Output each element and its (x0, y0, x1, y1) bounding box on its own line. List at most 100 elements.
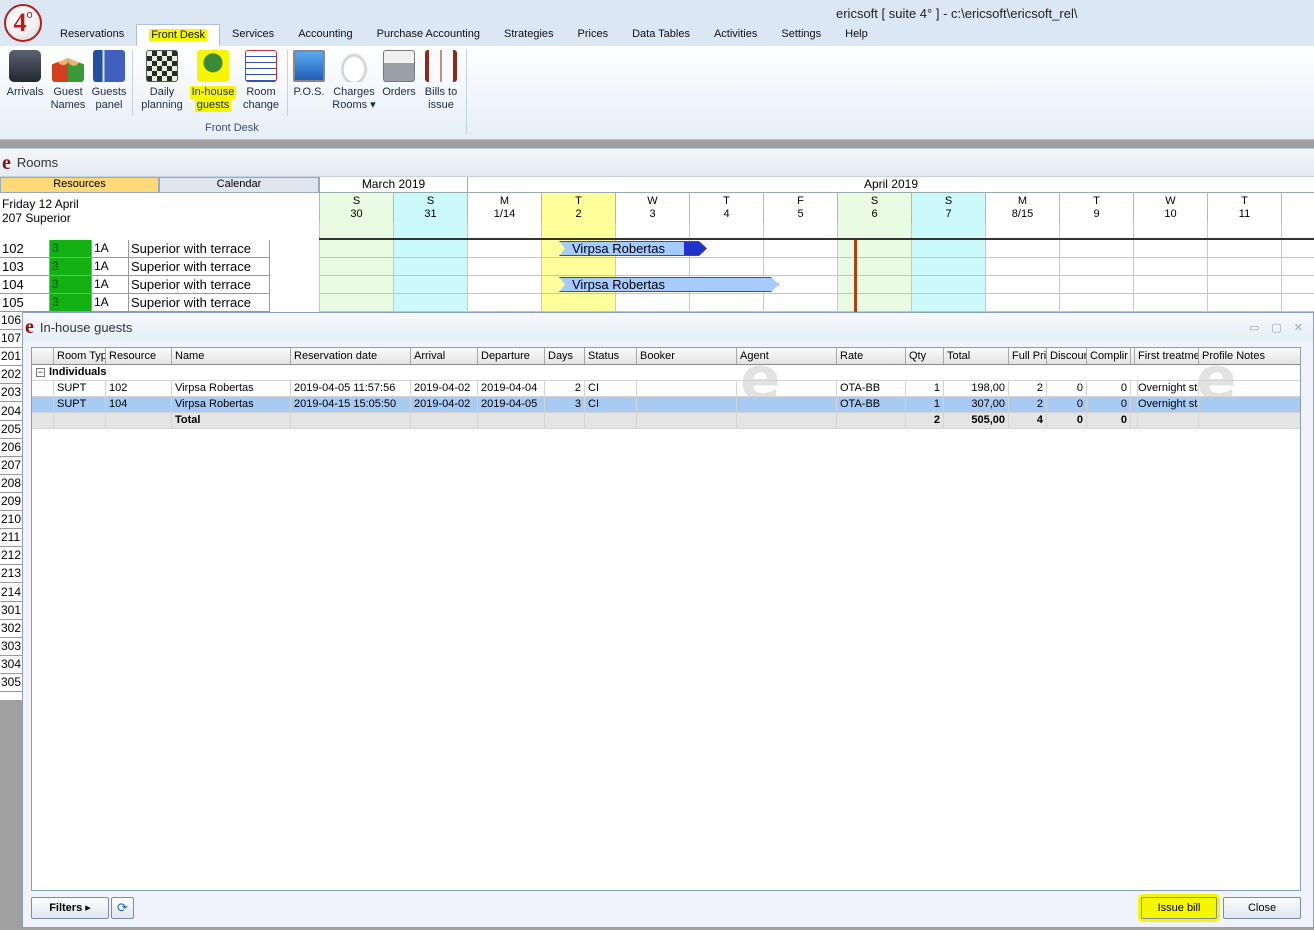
app-logo[interactable]: 4o (4, 4, 42, 42)
orders-button[interactable]: Orders (380, 50, 418, 99)
calendar-tab[interactable]: Calendar (159, 177, 319, 193)
day-column[interactable] (467, 223, 541, 313)
column-header[interactable]: Full Pric (1009, 348, 1047, 365)
booking-bar[interactable]: Virpsa Robertas (559, 277, 779, 292)
day-column[interactable] (985, 223, 1059, 313)
filters-button[interactable]: Filters ▸ (31, 897, 109, 919)
maximize-icon[interactable]: ▢ (1271, 321, 1281, 334)
day-column[interactable] (1133, 223, 1207, 313)
day-header[interactable]: S7 (911, 193, 985, 223)
column-header[interactable]: Reservation date (291, 348, 411, 365)
group-row[interactable]: − Individuals (32, 365, 1300, 381)
bills-to-issue-button[interactable]: Bills to issue (420, 50, 462, 112)
tab-reservations[interactable]: Reservations (48, 24, 136, 46)
day-column[interactable] (1207, 223, 1281, 313)
column-header[interactable]: Total (944, 348, 1009, 365)
room-number[interactable]: 203 (0, 384, 22, 403)
room-number[interactable]: 212 (0, 547, 22, 566)
tab-strategies[interactable]: Strategies (492, 24, 566, 46)
room-number[interactable]: 302 (0, 620, 22, 638)
room-number[interactable]: 206 (0, 439, 22, 457)
room-number[interactable]: 214 (0, 584, 22, 602)
close-icon[interactable]: ✕ (1294, 321, 1303, 334)
pos-button[interactable]: P.O.S. (290, 50, 328, 99)
room-number[interactable]: 213 (0, 565, 22, 584)
tab-purchase-accounting[interactable]: Purchase Accounting (365, 24, 492, 46)
minimize-icon[interactable]: ▭ (1249, 321, 1259, 334)
tab-data-tables[interactable]: Data Tables (620, 24, 702, 46)
day-header[interactable]: W3 (615, 193, 689, 223)
room-number[interactable]: 208 (0, 475, 22, 493)
charges-rooms-button[interactable]: Charges Rooms ▾ (330, 50, 378, 112)
day-header[interactable]: T4 (689, 193, 763, 223)
guests-panel-button[interactable]: Guests panel (90, 50, 128, 112)
column-header[interactable]: Booker (637, 348, 737, 365)
room-number[interactable]: 205 (0, 421, 22, 439)
issue-bill-button[interactable]: Issue bill (1141, 897, 1217, 919)
room-number[interactable]: 202 (0, 366, 22, 385)
day-column[interactable] (689, 223, 763, 313)
day-header[interactable]: S 30 (319, 193, 393, 223)
column-header[interactable]: Arrival (411, 348, 478, 365)
day-header[interactable]: F5 (763, 193, 837, 223)
day-column[interactable] (319, 223, 393, 313)
day-column[interactable] (615, 223, 689, 313)
column-header[interactable]: Qty (906, 348, 944, 365)
day-header[interactable]: S6 (837, 193, 911, 223)
room-number[interactable]: 303 (0, 638, 22, 656)
day-header[interactable]: T9 (1059, 193, 1133, 223)
tab-activities[interactable]: Activities (702, 24, 769, 46)
day-header[interactable]: M 1/14 (467, 193, 541, 223)
day-header[interactable]: T 11 (1207, 193, 1281, 223)
room-number[interactable]: 201 (0, 348, 22, 367)
room-number[interactable]: 304 (0, 656, 22, 674)
column-header[interactable]: Discour (1047, 348, 1087, 365)
day-header[interactable]: T2 (541, 193, 615, 223)
column-header[interactable]: Days (545, 348, 585, 365)
tab-help[interactable]: Help (833, 24, 880, 46)
close-button[interactable]: Close (1223, 897, 1301, 919)
room-row[interactable]: 105 3 1A Superior with terrace (0, 294, 320, 312)
day-column[interactable] (1059, 223, 1133, 313)
room-number[interactable]: 204 (0, 403, 22, 421)
booking-bar[interactable]: Virpsa Robertas (559, 241, 707, 256)
column-header[interactable]: First treatme (1135, 348, 1199, 365)
column-header[interactable]: Departure (478, 348, 545, 365)
day-header[interactable]: 1 (1281, 193, 1314, 223)
in-house-guests-button[interactable]: In-house guests (188, 50, 238, 112)
room-number[interactable]: 305 (0, 674, 22, 692)
day-header[interactable]: W 10 (1133, 193, 1207, 223)
daily-planning-button[interactable]: Daily planning (140, 50, 184, 112)
room-row[interactable]: 104 3 1A Superior with terrace (0, 276, 320, 294)
room-number[interactable]: 107 (0, 330, 22, 349)
tab-settings[interactable]: Settings (769, 24, 833, 46)
column-header[interactable]: Agent (737, 348, 837, 365)
day-header[interactable]: S 31 (393, 193, 467, 223)
tab-front-desk[interactable]: Front Desk (136, 24, 220, 48)
column-header[interactable]: Name (172, 348, 291, 365)
tab-accounting[interactable]: Accounting (286, 24, 364, 46)
room-row[interactable]: 103 3 1A Superior with terrace (0, 258, 320, 276)
day-column[interactable] (911, 223, 985, 313)
day-column[interactable] (837, 223, 911, 313)
column-separator[interactable] (1131, 348, 1135, 365)
room-number[interactable]: 209 (0, 493, 22, 511)
day-column[interactable] (541, 223, 615, 313)
room-number[interactable]: 106 (0, 312, 22, 330)
tab-services[interactable]: Services (220, 24, 286, 46)
column-header[interactable]: Resource (106, 348, 172, 365)
collapse-icon[interactable]: − (36, 368, 45, 377)
room-number[interactable]: 210 (0, 511, 22, 530)
day-column[interactable] (763, 223, 837, 313)
day-column[interactable] (1281, 223, 1314, 313)
refresh-button[interactable]: ⟳ (111, 897, 134, 919)
room-number[interactable]: 207 (0, 457, 22, 475)
day-header[interactable]: M 8/15 (985, 193, 1059, 223)
column-header[interactable]: Room Typ (54, 348, 106, 365)
tab-prices[interactable]: Prices (566, 24, 621, 46)
day-column[interactable] (393, 223, 467, 313)
column-header[interactable]: Rate (837, 348, 906, 365)
resources-tab[interactable]: Resources (0, 177, 159, 193)
column-header[interactable] (32, 348, 54, 365)
column-header[interactable]: Profile Notes (1199, 348, 1300, 365)
